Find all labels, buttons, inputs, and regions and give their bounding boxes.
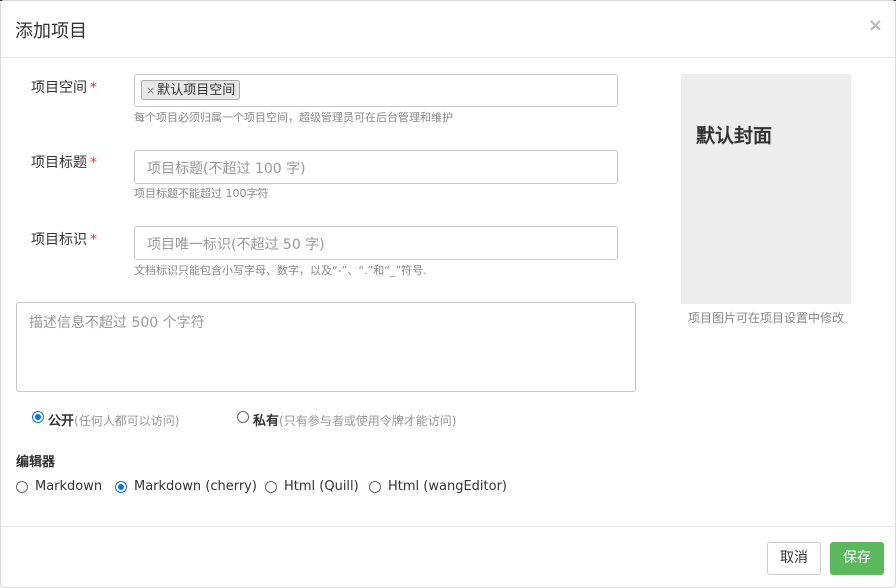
radio-editor-markdown[interactable]: [16, 481, 28, 493]
title-input[interactable]: 项目标题(不超过 100 字): [134, 150, 618, 184]
radio-editor-quill[interactable]: [265, 481, 277, 493]
dialog-title: 添加项目: [15, 21, 87, 42]
cover-image: 默认封面: [681, 74, 851, 304]
private-option[interactable]: 私有(只有参与者或使用令牌才能访问): [253, 410, 456, 429]
radio-private[interactable]: [237, 411, 249, 423]
add-project-dialog: 添加项目 × 项目空间 * × 默认项目空间 每个项目必须归属一个项目空间，超级管理…: [0, 0, 896, 588]
space-tag-label: 默认项目空间: [157, 83, 236, 98]
required-mark: *: [90, 80, 97, 96]
cancel-button[interactable]: 取消: [767, 542, 821, 575]
cover-help: 项目图片可在项目设置中修改: [688, 311, 845, 325]
dialog-header: 添加项目 ×: [1, 1, 895, 58]
radio-editor-wangeditor[interactable]: [369, 481, 381, 493]
private-label: 私有: [253, 414, 280, 429]
required-mark: *: [90, 232, 97, 248]
public-note: (任何人都可以访问): [74, 414, 180, 428]
tag-remove-icon[interactable]: ×: [146, 84, 155, 97]
space-label-row: 项目空间 *: [31, 77, 97, 97]
public-label: 公开: [48, 414, 75, 429]
description-textarea[interactable]: 描述信息不超过 500 个字符: [16, 302, 636, 392]
space-tag: × 默认项目空间: [141, 80, 241, 100]
space-help: 每个项目必须归属一个项目空间，超级管理员可在后台管理和维护: [134, 111, 453, 124]
identifier-label-row: 项目标识 *: [31, 229, 97, 249]
title-label-row: 项目标题 *: [31, 152, 97, 172]
close-icon[interactable]: ×: [868, 15, 883, 36]
editor-label: 编辑器: [16, 455, 56, 470]
title-label: 项目标题: [31, 155, 87, 171]
title-help: 项目标题不能超过 100字符: [134, 187, 269, 200]
editor-wangeditor-label[interactable]: Html (wangEditor): [388, 479, 507, 494]
editor-markdown-label[interactable]: Markdown: [35, 479, 102, 494]
space-label: 项目空间: [31, 80, 87, 96]
editor-quill-label[interactable]: Html (Quill): [284, 479, 359, 494]
identifier-label: 项目标识: [31, 232, 87, 248]
save-button[interactable]: 保存: [830, 542, 884, 575]
radio-public[interactable]: [32, 411, 44, 423]
editor-cherry-label[interactable]: Markdown (cherry): [134, 479, 257, 494]
required-mark: *: [90, 155, 97, 171]
private-note: (只有参与者或使用令牌才能访问): [279, 414, 457, 428]
identifier-help: 文档标识只能包含小写字母、数字，以及“-”、“.”和“_”符号.: [134, 264, 427, 277]
radio-editor-cherry[interactable]: [115, 481, 127, 493]
cover-title: 默认封面: [696, 125, 773, 147]
identifier-input[interactable]: 项目唯一标识(不超过 50 字): [134, 226, 618, 260]
public-option[interactable]: 公开(任何人都可以访问): [48, 410, 179, 429]
footer-divider: [1, 526, 895, 527]
